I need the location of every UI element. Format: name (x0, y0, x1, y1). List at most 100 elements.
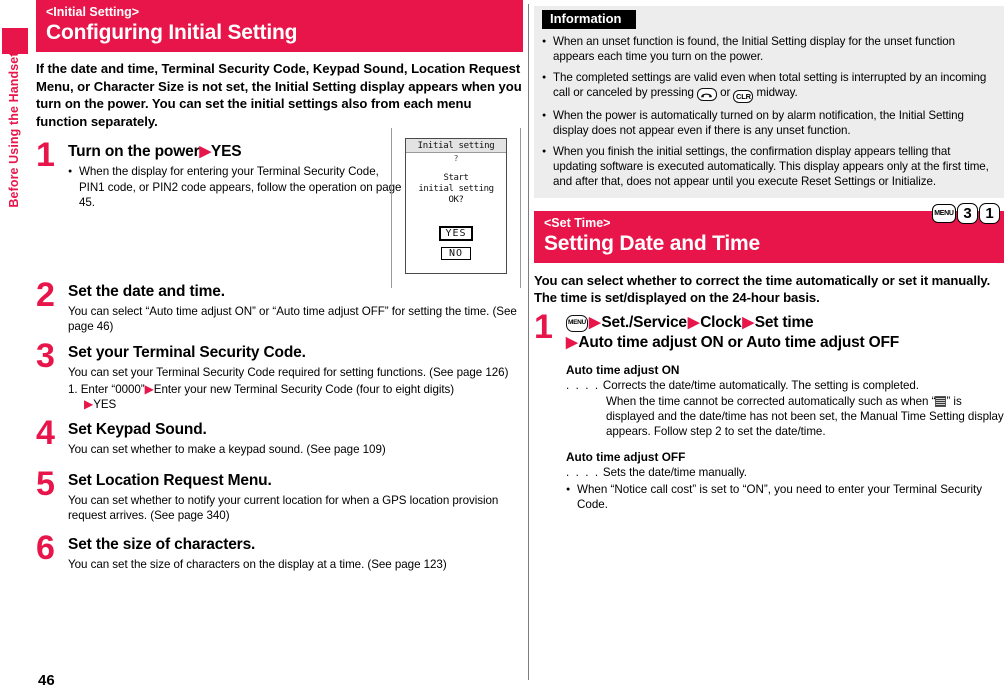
step-6-heading: Set the size of characters. (68, 535, 256, 553)
information-item-text: When the power is automatically turned o… (553, 109, 964, 138)
information-box: Information When an unset function is fo… (534, 6, 1004, 198)
section-title: Configuring Initial Setting (46, 21, 298, 44)
column-divider (528, 4, 529, 680)
illustration-rule-left (391, 128, 392, 288)
step-2-body: You can select “Auto time adjust ON” or … (68, 304, 517, 334)
sidebar-tab-label: Before Using the Handset (7, 52, 21, 208)
substep-part-2: Enter your new Terminal Security Code (f… (153, 382, 455, 396)
phone-screen-buttons: YES NO (406, 221, 506, 260)
step-1-number: 1 (36, 136, 55, 175)
option-title-auto-on: Auto time adjust ON (566, 363, 680, 378)
step-3-heading: Set your Terminal Security Code. (68, 344, 306, 362)
option-body-auto-on: . . . . Corrects the date/time automatic… (566, 378, 1004, 440)
information-item: When you finish the initial settings, th… (542, 144, 996, 190)
menu-key-1-icon: 1 (979, 202, 1000, 224)
information-item-text: When you finish the initial settings, th… (553, 144, 989, 189)
phone-screen-title: Initial setting (406, 139, 506, 153)
manual-page: Before Using the Handset <Initial Settin… (0, 0, 1004, 697)
step-3-number: 3 (36, 337, 55, 376)
information-item: The completed settings are valid even wh… (542, 70, 996, 104)
arrow-icon: ▶ (84, 396, 94, 411)
clr-key-icon: CLR (733, 90, 754, 104)
nav-clock: Clock (700, 314, 742, 332)
step-6: 6 Set the size of characters. You can se… (36, 531, 523, 572)
arrow-icon: ▶ (566, 334, 578, 352)
section-subtitle: <Set Time> (544, 215, 611, 230)
substep-part-3: YES (93, 397, 117, 411)
phone-message-line-1: Start (443, 173, 469, 183)
information-item: When an unset function is found, the Ini… (542, 34, 996, 65)
step-1-heading-post: YES (210, 143, 242, 161)
information-item-mid: or (716, 85, 734, 99)
arrow-icon: ▶ (687, 314, 700, 332)
menu-key-icon: MENU (932, 203, 956, 223)
arrow-icon: ▶ (589, 314, 601, 332)
information-label: Information (542, 10, 636, 29)
information-item-post: midway. (753, 85, 798, 99)
page-number: 46 (38, 672, 55, 689)
option-auto-off-line-1: Sets the date/time manually. (602, 465, 747, 479)
step-2: 2 Set the date and time. You can select … (36, 278, 523, 334)
intro-paragraph: If the date and time, Terminal Security … (36, 61, 522, 129)
nav-auto-time-adjust-options: Auto time adjust ON or Auto time adjust … (578, 334, 899, 352)
step-4-number: 4 (36, 414, 55, 452)
arrow-icon: ▶ (144, 381, 154, 396)
set-time-step-1-line-2: ▶ Auto time adjust ON or Auto time adjust… (566, 333, 1004, 353)
phone-screen: Initial setting ? Start initial setting … (405, 138, 507, 274)
set-time-options: Auto time adjust ON . . . . Corrects the… (534, 362, 1004, 512)
step-5-body: You can set whether to notify your curre… (68, 494, 499, 523)
option-title-auto-off: Auto time adjust OFF (566, 449, 686, 464)
option-auto-on-line-1: Corrects the date/time automatically. Th… (602, 379, 919, 393)
step-5-heading: Set Location Request Menu. (68, 472, 272, 490)
nav-set-service: Set./Service (601, 314, 687, 332)
substep-part-1: Enter “0000” (80, 382, 145, 396)
step-3-substep: 1. Enter “0000”▶Enter your new Terminal … (68, 382, 523, 412)
menu-key-icon: MENU (566, 314, 588, 332)
section-header-initial-setting: <Initial Setting> Configuring Initial Se… (36, 0, 523, 52)
section-subtitle: <Initial Setting> (46, 5, 140, 19)
step-4-heading: Set Keypad Sound. (68, 421, 207, 438)
step-2-heading: Set the date and time. (68, 282, 225, 300)
section-header-set-time: MENU 3 1 <Set Time> Setting Date and Tim… (534, 202, 1004, 263)
phone-yes-button[interactable]: YES (439, 226, 473, 241)
step-4-body: You can set whether to make a keypad sou… (68, 443, 386, 456)
set-time-step-1-line-1: MENU ▶ Set./Service ▶ Clock ▶ Set time (566, 313, 1004, 333)
step-5-number: 5 (36, 465, 55, 504)
question-mark-icon: ? (453, 154, 459, 163)
step-3-body: You can set your Terminal Security Code … (68, 366, 509, 380)
arrow-icon: ▶ (199, 143, 212, 161)
section-title: Setting Date and Time (544, 231, 760, 255)
step-1-heading-pre: Turn on the power (68, 143, 200, 161)
right-column: Information When an unset function is fo… (534, 0, 1004, 697)
no-signal-status-icon (935, 395, 947, 407)
phone-screen-message: Start initial setting OK? (406, 173, 506, 206)
option-auto-on-line-2: When the time cannot be corrected automa… (566, 394, 1004, 440)
left-column: <Initial Setting> Configuring Initial Se… (36, 0, 523, 697)
menu-key-3-icon: 3 (957, 202, 978, 224)
set-time-step-1: 1 MENU ▶ Set./Service ▶ Clock ▶ Set time ▶ Auto… (534, 310, 1004, 353)
information-item-text: When an unset function is found, the Ini… (553, 35, 955, 64)
phone-message-line-2: initial setting (418, 184, 494, 194)
set-time-intro: You can select whether to correct the ti… (534, 272, 991, 305)
sidebar-tab: Before Using the Handset (0, 0, 30, 697)
end-call-key-icon (696, 88, 717, 102)
set-time-note: When “Notice call cost” is set to “ON”, … (566, 482, 1004, 512)
phone-no-button[interactable]: NO (440, 247, 472, 260)
step-3: 3 Set your Terminal Security Code. You c… (36, 339, 523, 412)
nav-set-time: Set time (754, 314, 814, 332)
illustration-rule-right (520, 128, 521, 288)
step-2-number: 2 (36, 275, 55, 314)
step-6-number: 6 (36, 528, 55, 567)
option-auto-on-text-pre: When the time cannot be corrected automa… (606, 394, 936, 408)
leader-dots: . . . . (566, 465, 600, 479)
option-body-auto-off: . . . . Sets the date/time manually. (566, 465, 1004, 480)
step-5: 5 Set Location Request Menu. You can set… (36, 467, 523, 523)
information-item: When the power is automatically turned o… (542, 108, 996, 139)
substep-index: 1. (68, 382, 78, 396)
bullet-item: When the display for entering your Termi… (68, 164, 403, 210)
step-6-body: You can set the size of characters on th… (68, 557, 447, 571)
arrow-icon: ▶ (742, 314, 754, 332)
step-4: 4 Set Keypad Sound. You can set whether … (36, 416, 523, 457)
phone-screen-illustration: Initial setting ? Start initial setting … (391, 128, 521, 288)
menu-shortcut-path: MENU 3 1 (932, 202, 1000, 224)
